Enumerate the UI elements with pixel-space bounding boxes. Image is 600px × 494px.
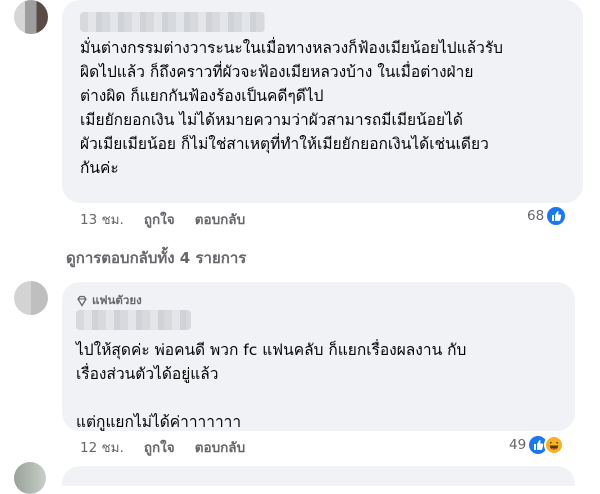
comment-time[interactable]: 13 ชม. — [80, 208, 124, 230]
diamond-icon — [77, 295, 87, 307]
like-button[interactable]: ถูกใจ — [144, 208, 175, 230]
fan-badge-label: แฟนตัวยง — [92, 293, 142, 307]
comment-bubble: แฟนตัวยง ไปให้สุดค่ะ พ่อคนดี พวก fc แฟนค… — [62, 282, 575, 431]
comment-body: ไปให้สุดค่ะ พ่อคนดี พวก fc แฟนคลับ ก็แยก… — [76, 341, 467, 431]
view-replies-link[interactable]: ดูการตอบกลับทั้ง 4 รายการ — [66, 246, 246, 270]
reaction-count: 49 — [509, 437, 527, 453]
reaction-summary[interactable]: 49 — [509, 435, 565, 455]
comment-bubble: มั่นต่างกรรมต่างวาระนะในเมื่อทางหลวงก็ฟ้… — [62, 0, 583, 203]
comment-bubble-partial — [62, 466, 575, 486]
reply-button[interactable]: ตอบกลับ — [195, 436, 245, 458]
comment-actions: 12 ชม. ถูกใจ ตอบกลับ — [80, 436, 245, 458]
author-name-blurred[interactable] — [80, 12, 265, 32]
reaction-summary[interactable]: 68 — [527, 207, 566, 225]
avatar[interactable] — [14, 281, 48, 315]
reaction-count: 68 — [527, 208, 545, 224]
haha-icon — [544, 435, 565, 455]
comment-actions: 13 ชม. ถูกใจ ตอบกลับ — [80, 208, 245, 230]
like-icon — [547, 207, 566, 225]
avatar[interactable] — [14, 462, 46, 494]
fan-badge: แฟนตัวยง — [76, 292, 142, 310]
reply-button[interactable]: ตอบกลับ — [195, 208, 245, 230]
avatar[interactable] — [14, 0, 48, 34]
author-name-blurred[interactable] — [76, 310, 191, 330]
comment-body: มั่นต่างกรรมต่างวาระนะในเมื่อทางหลวงก็ฟ้… — [80, 39, 503, 177]
like-button[interactable]: ถูกใจ — [144, 436, 175, 458]
comment-time[interactable]: 12 ชม. — [80, 436, 124, 458]
